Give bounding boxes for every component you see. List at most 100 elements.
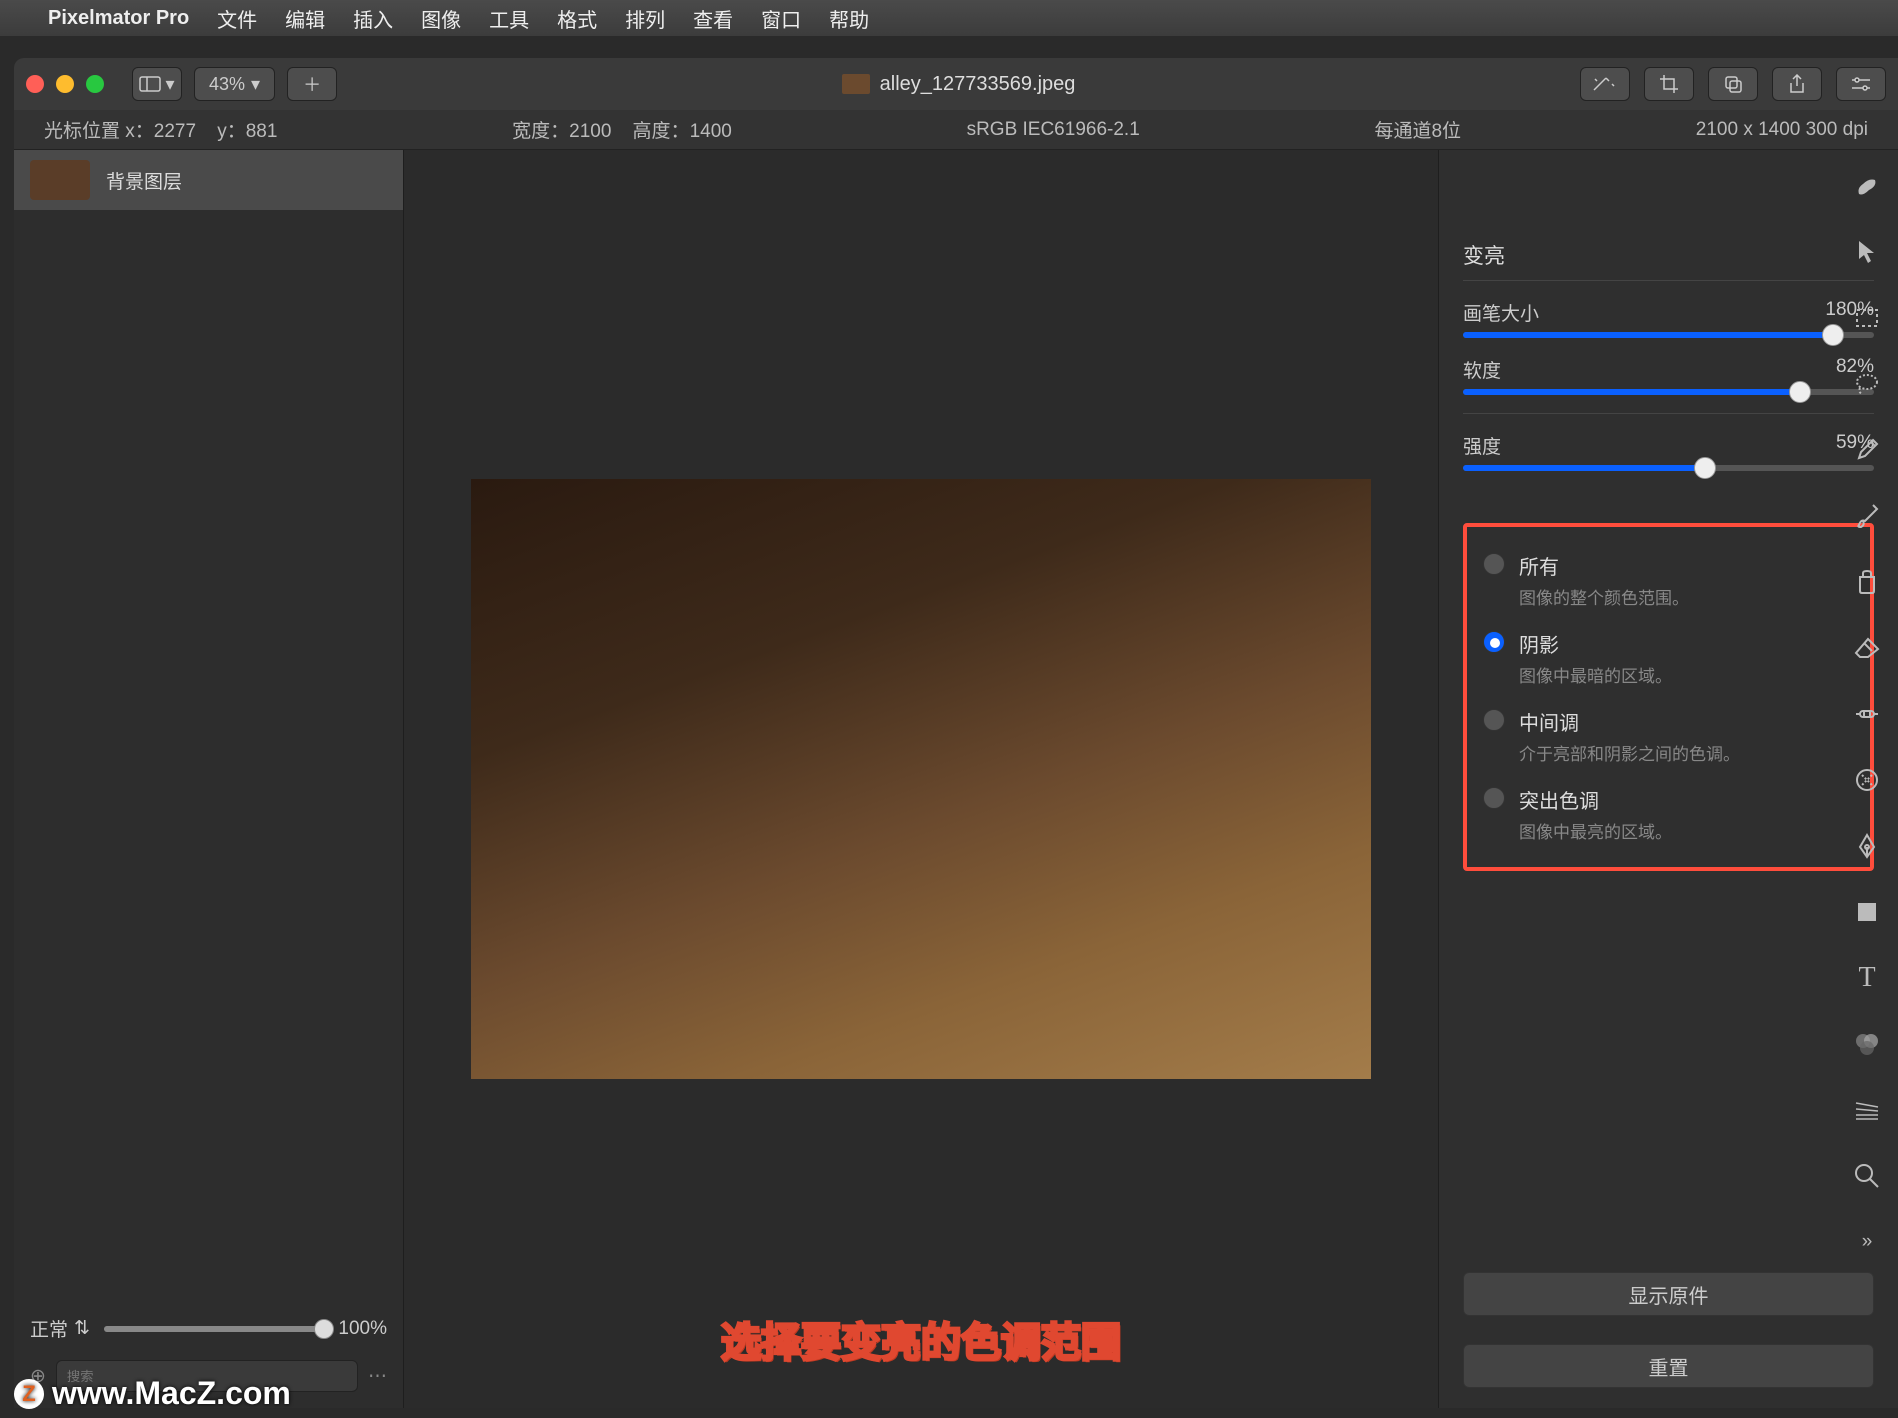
document-title: alley_127733569.jpeg bbox=[349, 73, 1568, 96]
radio-icon bbox=[1483, 553, 1505, 575]
eyedropper-tool[interactable] bbox=[1851, 434, 1883, 466]
layer-thumbnail bbox=[30, 160, 90, 200]
softness-control: 软度 82% bbox=[1463, 356, 1874, 395]
filename-label: alley_127733569.jpeg bbox=[880, 73, 1076, 96]
menu-format[interactable]: 格式 bbox=[557, 4, 597, 33]
layer-name: 背景图层 bbox=[106, 167, 182, 194]
brush-tool[interactable] bbox=[1851, 500, 1883, 532]
brush-size-control: 画笔大小 180% bbox=[1463, 299, 1874, 338]
sidebar-icon bbox=[139, 76, 161, 92]
tool-sidebar: T » bbox=[1836, 150, 1898, 1258]
shape-tool[interactable] bbox=[1851, 896, 1883, 928]
document-thumb-icon bbox=[842, 74, 870, 94]
channel-depth-label: 每通道8位 bbox=[1374, 116, 1461, 143]
repair-tool[interactable] bbox=[1851, 698, 1883, 730]
sliders-icon bbox=[1850, 76, 1872, 92]
zoom-value: 43% bbox=[209, 74, 245, 95]
menu-tools[interactable]: 工具 bbox=[489, 4, 529, 33]
radio-icon bbox=[1483, 631, 1505, 653]
chevron-updown-icon: ⇅ bbox=[74, 1317, 90, 1340]
duplicate-button[interactable] bbox=[1708, 67, 1758, 101]
style-tool[interactable] bbox=[1851, 170, 1883, 202]
menu-image[interactable]: 图像 bbox=[421, 4, 461, 33]
colorspace-label: sRGB IEC61966-2.1 bbox=[967, 119, 1140, 141]
softness-label: 软度 bbox=[1463, 356, 1501, 383]
dimensions-label: 2100 x 1400 300 dpi bbox=[1696, 119, 1868, 141]
color-adjust-tool[interactable] bbox=[1851, 1028, 1883, 1060]
tone-option-midtones[interactable]: 中间调 介于亮部和阴影之间的色调。 bbox=[1477, 697, 1860, 775]
expand-tools-button[interactable]: » bbox=[1851, 1226, 1883, 1258]
image-preview bbox=[471, 479, 1371, 1079]
close-button[interactable] bbox=[26, 75, 44, 93]
strength-label: 强度 bbox=[1463, 432, 1501, 459]
window-controls bbox=[26, 75, 104, 93]
fill-tool[interactable] bbox=[1851, 566, 1883, 598]
tone-option-shadows[interactable]: 阴影 图像中最暗的区域。 bbox=[1477, 619, 1860, 697]
info-bar: 光标位置 x：2277 y：881 宽度：2100 高度：1400 sRGB I… bbox=[14, 110, 1898, 150]
system-menubar: Pixelmator Pro 文件 编辑 插入 图像 工具 格式 排列 查看 窗… bbox=[0, 0, 1898, 36]
plus-icon: ＋ bbox=[303, 71, 321, 97]
strength-control: 强度 59% bbox=[1463, 432, 1874, 471]
warp-tool[interactable] bbox=[1851, 764, 1883, 796]
wand-icon bbox=[1592, 76, 1618, 92]
add-button[interactable]: ＋ bbox=[287, 67, 337, 101]
erase-tool[interactable] bbox=[1851, 632, 1883, 664]
radio-icon bbox=[1483, 709, 1505, 731]
zoom-tool[interactable] bbox=[1851, 1160, 1883, 1192]
ml-enhance-button[interactable] bbox=[1580, 67, 1630, 101]
watermark: Z www.MacZ.com bbox=[14, 1375, 291, 1412]
reset-button[interactable]: 重置 bbox=[1463, 1344, 1874, 1388]
panel-title: 变亮 bbox=[1463, 240, 1874, 281]
effects-tool[interactable] bbox=[1851, 1094, 1883, 1126]
share-icon bbox=[1788, 74, 1806, 94]
menu-view[interactable]: 查看 bbox=[693, 4, 733, 33]
watermark-badge-icon: Z bbox=[14, 1379, 44, 1409]
tone-option-all[interactable]: 所有 图像的整个颜色范围。 bbox=[1477, 541, 1860, 619]
layer-row[interactable]: 背景图层 bbox=[14, 150, 403, 210]
radio-icon bbox=[1483, 787, 1505, 809]
zoom-dropdown[interactable]: 43% ▾ bbox=[194, 67, 275, 101]
pen-tool[interactable] bbox=[1851, 830, 1883, 862]
image-size: 宽度：2100 高度：1400 bbox=[512, 116, 732, 143]
canvas-area[interactable]: 选择要变亮的色调范围 bbox=[404, 150, 1438, 1408]
brush-size-label: 画笔大小 bbox=[1463, 299, 1539, 326]
zoom-button[interactable] bbox=[86, 75, 104, 93]
arrow-tool[interactable] bbox=[1851, 236, 1883, 268]
layer-options-button[interactable]: ⋯ bbox=[368, 1365, 387, 1388]
annotation-caption: 选择要变亮的色调范围 bbox=[721, 1310, 1121, 1368]
tone-option-highlights[interactable]: 突出色调 图像中最亮的区域。 bbox=[1477, 775, 1860, 853]
strength-slider[interactable] bbox=[1463, 465, 1874, 471]
cursor-position: 光标位置 x：2277 y：881 bbox=[44, 116, 277, 143]
window-titlebar: ▾ 43% ▾ ＋ alley_127733569.jpeg bbox=[14, 58, 1898, 110]
menu-file[interactable]: 文件 bbox=[217, 4, 257, 33]
app-menu[interactable]: Pixelmator Pro bbox=[48, 7, 189, 30]
tool-options-panel: 变亮 画笔大小 180% 软度 82% bbox=[1438, 150, 1898, 1408]
show-original-button[interactable]: 显示原件 bbox=[1463, 1272, 1874, 1316]
marquee-tool[interactable] bbox=[1851, 302, 1883, 334]
layer-opacity-slider[interactable] bbox=[104, 1326, 324, 1332]
blend-mode-dropdown[interactable]: 正常 ⇅ bbox=[30, 1315, 90, 1342]
tone-range-group: 所有 图像的整个颜色范围。 阴影 图像中最暗的区域。 中间调 介于亮部和阴影 bbox=[1463, 523, 1874, 871]
layer-opacity-value: 100% bbox=[338, 1318, 387, 1340]
duplicate-icon bbox=[1723, 74, 1743, 94]
menu-help[interactable]: 帮助 bbox=[829, 4, 869, 33]
blend-mode-value: 正常 bbox=[30, 1315, 68, 1342]
minimize-button[interactable] bbox=[56, 75, 74, 93]
menu-edit[interactable]: 编辑 bbox=[285, 4, 325, 33]
lasso-tool[interactable] bbox=[1851, 368, 1883, 400]
softness-slider[interactable] bbox=[1463, 389, 1874, 395]
share-button[interactable] bbox=[1772, 67, 1822, 101]
menu-window[interactable]: 窗口 bbox=[761, 4, 801, 33]
layers-panel: 背景图层 正常 ⇅ 100% ⊕ ⋯ bbox=[14, 150, 404, 1408]
watermark-text: www.MacZ.com bbox=[52, 1375, 291, 1412]
sidebar-toggle-button[interactable]: ▾ bbox=[132, 67, 182, 101]
main-window: ▾ 43% ▾ ＋ alley_127733569.jpeg 光标位置 x：22… bbox=[14, 58, 1898, 1408]
crop-button[interactable] bbox=[1644, 67, 1694, 101]
brush-size-slider[interactable] bbox=[1463, 332, 1874, 338]
menu-insert[interactable]: 插入 bbox=[353, 4, 393, 33]
type-tool[interactable]: T bbox=[1851, 962, 1883, 994]
layer-controls: 正常 ⇅ 100% bbox=[14, 1305, 403, 1352]
crop-icon bbox=[1659, 74, 1679, 94]
adjustments-button[interactable] bbox=[1836, 67, 1886, 101]
menu-arrange[interactable]: 排列 bbox=[625, 4, 665, 33]
